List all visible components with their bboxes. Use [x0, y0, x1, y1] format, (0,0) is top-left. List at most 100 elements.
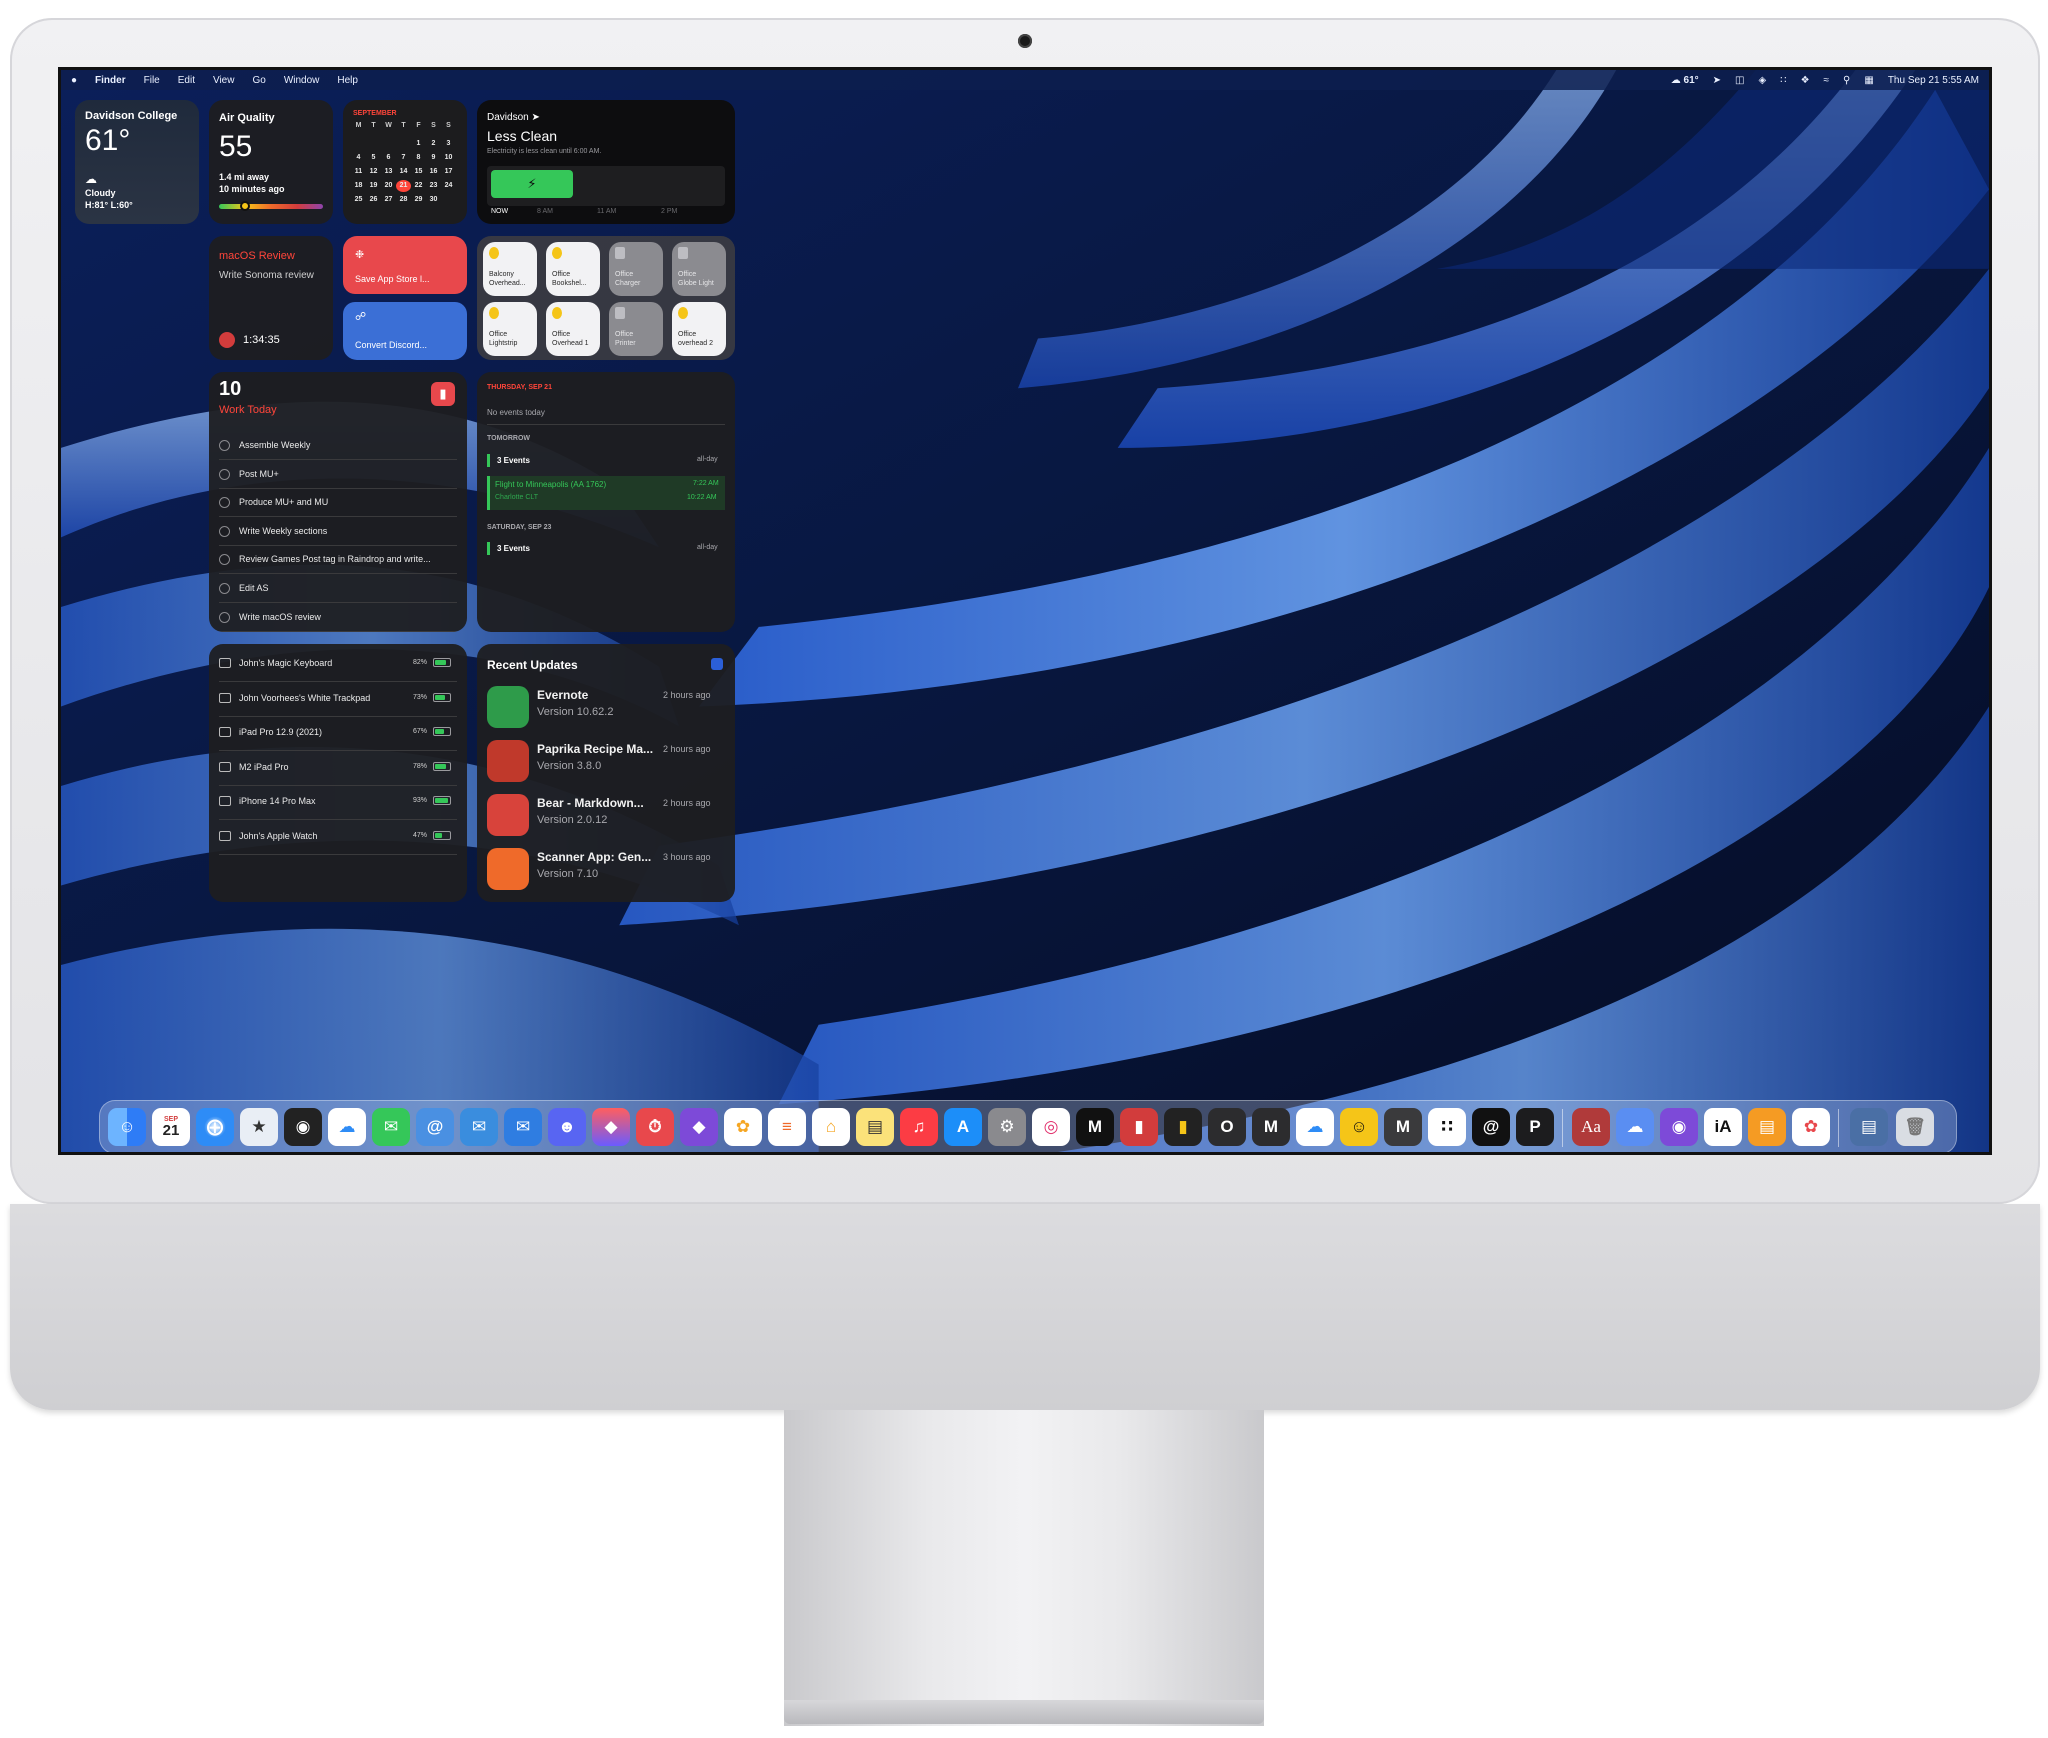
cal-today[interactable]: 21 — [396, 180, 411, 192]
cal-day[interactable]: 23 — [426, 180, 441, 192]
task-row[interactable]: Write macOS review — [219, 604, 457, 632]
home-accessory[interactable]: Office Overhead 1 — [546, 302, 600, 356]
calendar-widget[interactable]: SEPTEMBER M T W T F S S 1 2 3 4 5 6 7 8 9 10 11 12 13 14 15 16… — [343, 100, 467, 224]
home-accessory[interactable]: Office Charger — [609, 242, 663, 296]
cal-day[interactable]: 13 — [381, 166, 396, 178]
menu-window[interactable]: Window — [284, 75, 320, 86]
cal-day[interactable]: 24 — [441, 180, 456, 192]
shortcut-save-app-store[interactable]: ❉ Save App Store l... — [343, 236, 467, 294]
cal-day[interactable]: 4 — [351, 152, 366, 164]
shortcut-convert-discord[interactable]: ☍ Convert Discord... — [343, 302, 467, 360]
cal-day[interactable]: 7 — [396, 152, 411, 164]
pixelmator-p-icon[interactable]: P — [1516, 1108, 1554, 1146]
weather-app-icon[interactable]: ☁ — [1616, 1108, 1654, 1146]
cal-day[interactable]: 28 — [396, 194, 411, 206]
cal-day[interactable]: 19 — [366, 180, 381, 192]
cal-day[interactable]: 1 — [411, 138, 426, 150]
checkbox-circle-icon[interactable] — [219, 440, 230, 451]
cal-day[interactable]: 20 — [381, 180, 396, 192]
reeder-icon[interactable]: ★ — [240, 1108, 278, 1146]
layers-status-icon[interactable]: ◈ — [1759, 75, 1767, 86]
goodlinks-icon[interactable]: ▮ — [1164, 1108, 1202, 1146]
pixelmator-pro-icon[interactable]: ✿ — [1792, 1108, 1830, 1146]
weather-status-icon[interactable]: ☁ 61° — [1671, 75, 1699, 86]
home-accessory[interactable]: Office overhead 2 — [672, 302, 726, 356]
timer-widget[interactable]: macOS Review Write Sonoma review 1:34:35 — [209, 236, 333, 360]
books-icon[interactable]: ▤ — [1748, 1108, 1786, 1146]
update-row[interactable]: Scanner App: Gen... Version 7.10 3 hours a… — [487, 844, 727, 896]
cal-day[interactable]: 8 — [411, 152, 426, 164]
dropbox-status-icon[interactable]: ❖ — [1801, 75, 1810, 86]
menu-edit[interactable]: Edit — [178, 75, 195, 86]
todoist-icon[interactable]: ▮ — [431, 382, 455, 406]
air-quality-widget[interactable]: Air Quality 55 1.4 mi away 10 minutes ag… — [209, 100, 333, 224]
task-row[interactable]: Post MU+ — [219, 461, 457, 489]
checkbox-circle-icon[interactable] — [219, 468, 230, 480]
task-row[interactable]: Write Weekly sections — [219, 518, 457, 546]
finder-icon[interactable]: ☺ — [108, 1108, 146, 1146]
spark-icon[interactable]: ✉ — [460, 1108, 498, 1146]
reminders-icon[interactable]: ≡ — [768, 1108, 806, 1146]
rocket-status-icon[interactable]: ➤ — [1713, 75, 1721, 86]
cal-day[interactable]: 25 — [351, 194, 366, 206]
cal-day[interactable]: 5 — [366, 152, 381, 164]
sidebar-status-icon[interactable]: ◫ — [1735, 75, 1744, 86]
menu-clock[interactable]: Thu Sep 21 5:55 AM — [1888, 75, 1979, 86]
shortcuts-app-icon[interactable]: ◆ — [592, 1108, 630, 1146]
cal-day[interactable]: 10 — [441, 152, 456, 164]
calendar-app-icon[interactable]: SEP 21 — [152, 1108, 190, 1146]
messages-icon[interactable]: ✉ — [372, 1108, 410, 1146]
safari-icon[interactable]: ⨁ — [196, 1108, 234, 1146]
obsidian-icon[interactable]: ◆ — [680, 1108, 718, 1146]
weather-widget[interactable]: Davidson College 61° ☁ Cloudy H:81° L:60… — [75, 100, 199, 224]
markedit-m-icon[interactable]: M — [1252, 1108, 1290, 1146]
task-row[interactable]: Assemble Weekly — [219, 432, 457, 460]
system-settings-icon[interactable]: ⚙ — [988, 1108, 1026, 1146]
menu-file[interactable]: File — [144, 75, 160, 86]
cal-day[interactable]: 18 — [351, 180, 366, 192]
mail-icon[interactable]: ✉ — [504, 1108, 542, 1146]
menu-help[interactable]: Help — [337, 75, 358, 86]
control-center-icon[interactable]: ▦ — [1864, 75, 1873, 86]
menu-go[interactable]: Go — [252, 75, 265, 86]
grid-status-icon[interactable]: ∷ — [1780, 75, 1786, 86]
music-icon[interactable]: ♫ — [900, 1108, 938, 1146]
timery-icon[interactable]: ⏱ — [636, 1108, 674, 1146]
checkbox-circle-icon[interactable] — [219, 554, 230, 566]
discord-icon[interactable]: ☻ — [548, 1108, 586, 1146]
bookmark-icon[interactable]: ▮ — [1120, 1108, 1158, 1146]
checkbox-circle-icon[interactable] — [219, 611, 230, 623]
update-row[interactable]: Bear - Markdown... Version 2.0.12 2 hours … — [487, 790, 727, 842]
cal-day[interactable]: 27 — [381, 194, 396, 206]
menu-app-finder[interactable]: Finder — [95, 75, 126, 86]
cal-day[interactable]: 14 — [396, 166, 411, 178]
home-accessory[interactable]: Office Globe Light — [672, 242, 726, 296]
cal-day[interactable]: 30 — [426, 194, 441, 206]
cal-day[interactable]: 3 — [441, 138, 456, 150]
cal-day[interactable]: 11 — [351, 166, 366, 178]
cal-day[interactable]: 17 — [441, 166, 456, 178]
ia-writer-icon[interactable]: iA — [1704, 1108, 1742, 1146]
cal-day[interactable]: 6 — [381, 152, 396, 164]
cal-day[interactable]: 26 — [366, 194, 381, 206]
mastodon-m-icon[interactable]: M — [1076, 1108, 1114, 1146]
update-row[interactable]: Evernote Version 10.62.2 2 hours ago — [487, 682, 727, 734]
omnifocus-o-icon[interactable]: O — [1208, 1108, 1246, 1146]
search-status-icon[interactable]: ⚲ — [1843, 75, 1850, 86]
wifi-status-icon[interactable]: ≈ — [1824, 75, 1830, 86]
cal-day[interactable]: 9 — [426, 152, 441, 164]
home-app-icon[interactable]: ⌂ — [812, 1108, 850, 1146]
cal-day[interactable]: 12 — [366, 166, 381, 178]
mail-at-icon[interactable]: @ — [416, 1108, 454, 1146]
mailchimp-icon[interactable]: ☺ — [1340, 1108, 1378, 1146]
home-accessory[interactable]: Balcony Overhead... — [483, 242, 537, 296]
icloud-drive-icon[interactable]: ☁ — [1296, 1108, 1334, 1146]
notes-icon[interactable]: ▤ — [856, 1108, 894, 1146]
trash-icon[interactable]: 🗑 — [1896, 1108, 1934, 1146]
cal-day[interactable]: 2 — [426, 138, 441, 150]
update-row[interactable]: Paprika Recipe Ma... Version 3.8.0 2 hours… — [487, 736, 727, 788]
tasks-widget[interactable]: 10 Work Today ▮ Assemble Weekly Post MU+ P… — [209, 372, 467, 632]
home-accessory[interactable]: Office Lightstrip — [483, 302, 537, 356]
mimestream-m-icon[interactable]: M — [1384, 1108, 1422, 1146]
grid-forecast-widget[interactable]: Davidson ➤ Less Clean Electricity is les… — [477, 100, 735, 224]
